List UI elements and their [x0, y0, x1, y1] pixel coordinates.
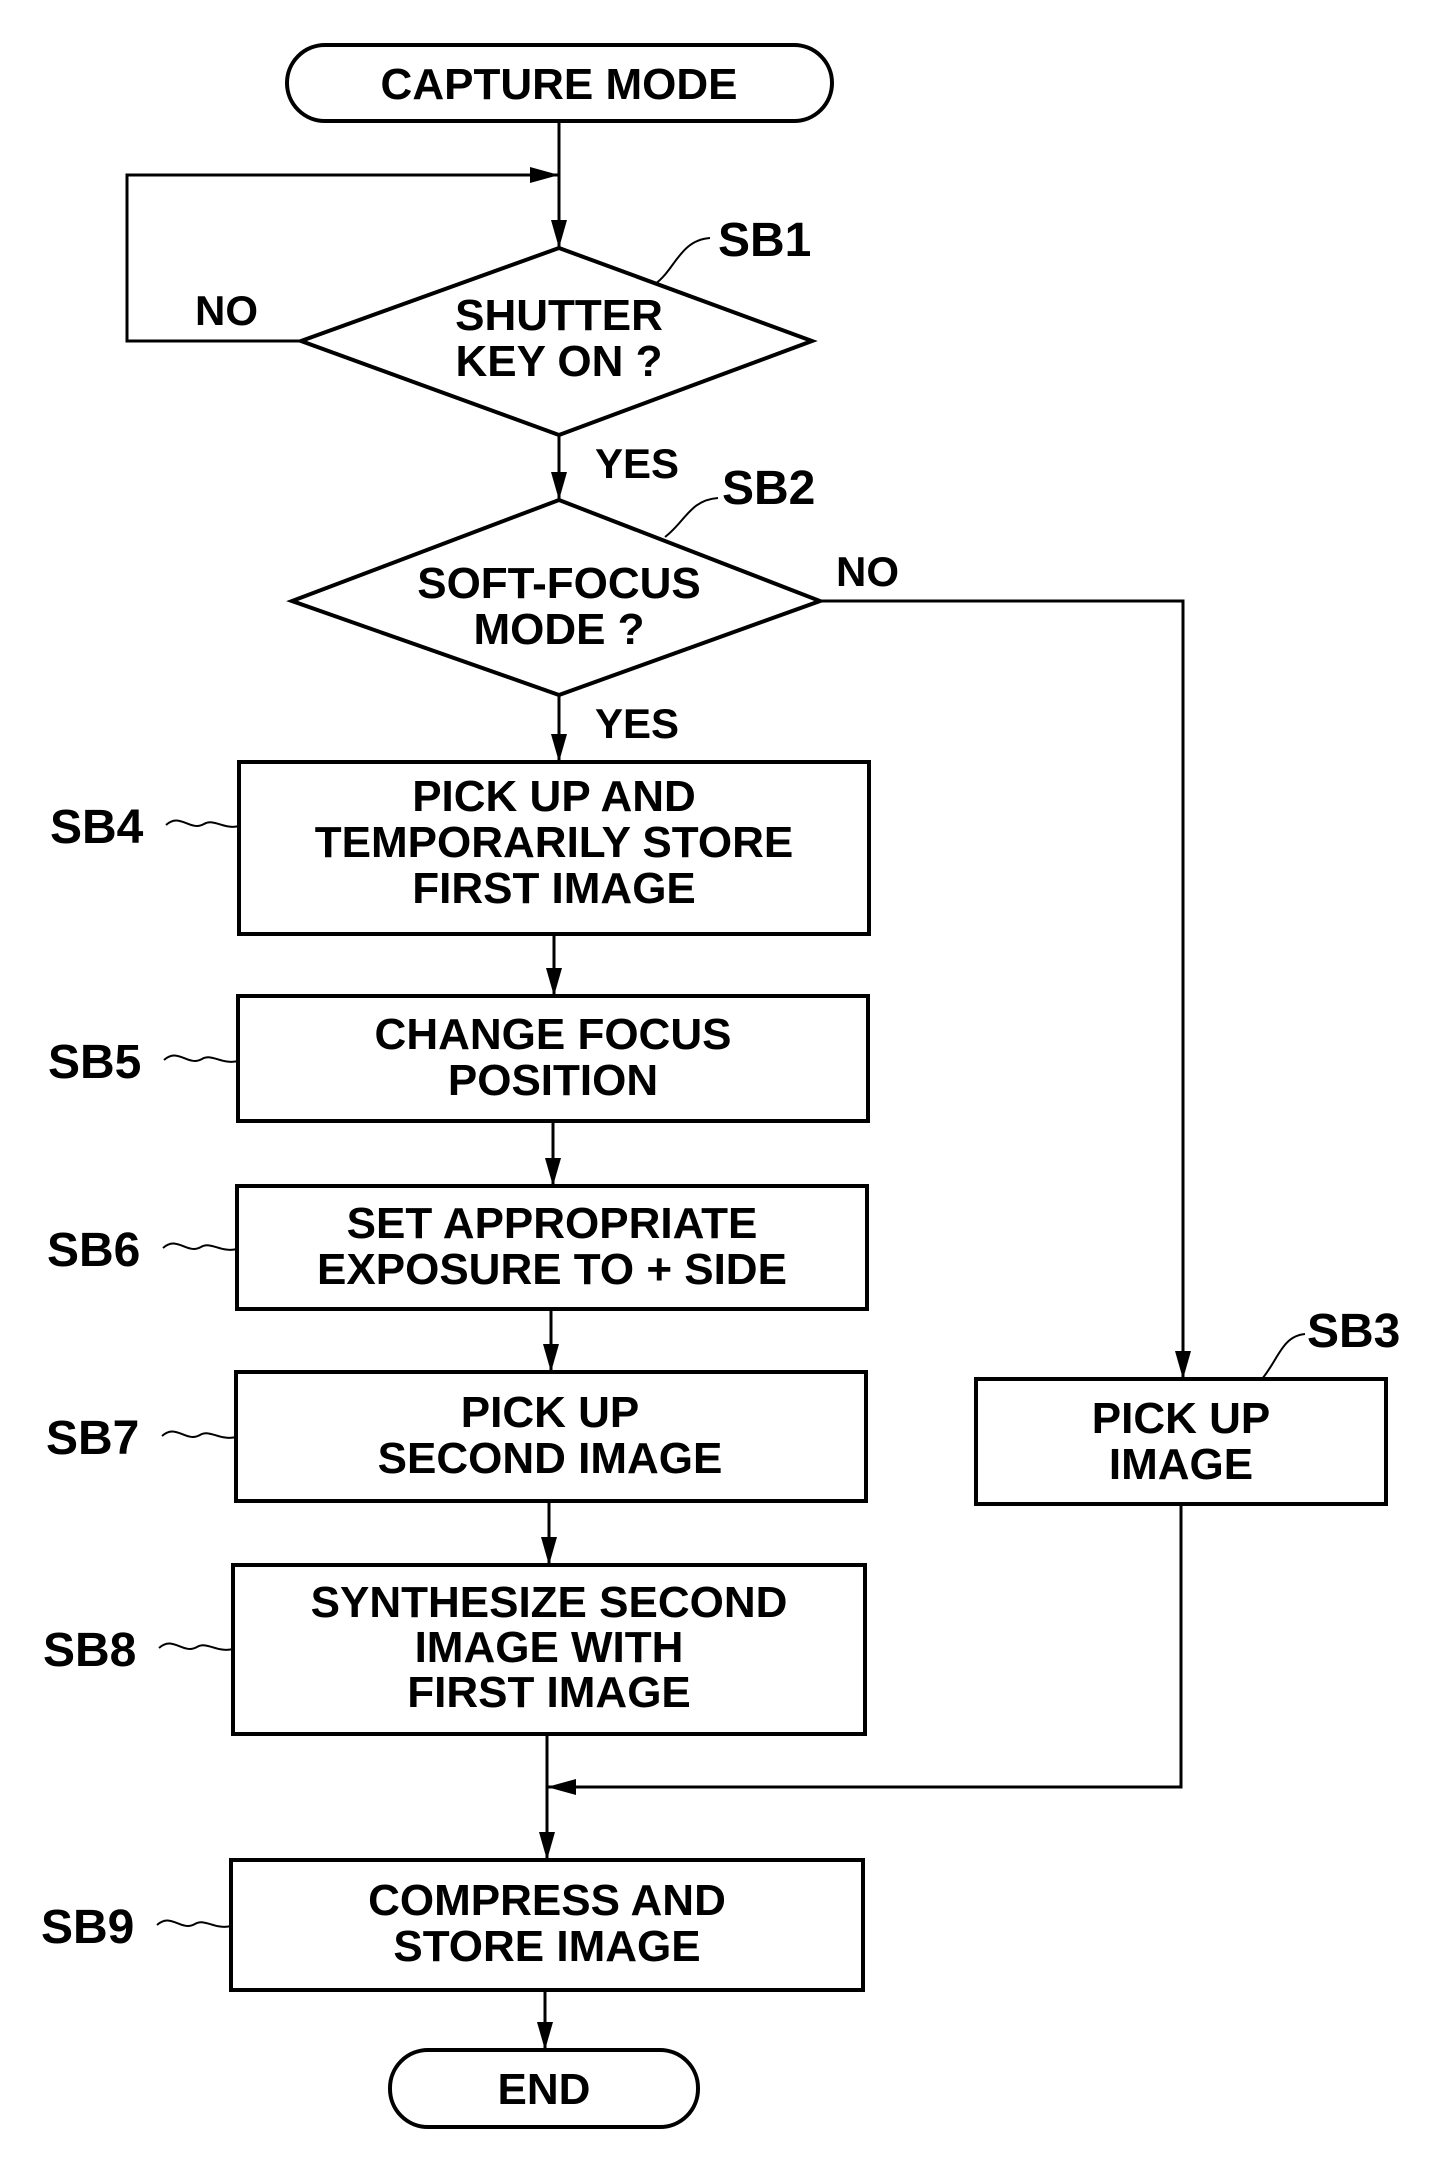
step-id-sb1: SB1 [718, 214, 811, 267]
process-sb9-line-1: COMPRESS AND [368, 1876, 726, 1925]
sb1-no-label: NO [195, 287, 258, 334]
process-sb4-line-3: FIRST IMAGE [412, 864, 696, 913]
sb3-leader-line [1261, 1333, 1306, 1380]
start-terminal: CAPTURE MODE [285, 43, 834, 123]
sb8-leader-line [158, 1642, 234, 1651]
arrow-head [547, 1779, 576, 1795]
process-sb4: PICK UP AND TEMPORARILY STORE FIRST IMAG… [237, 760, 871, 936]
sb6-leader-line [162, 1242, 238, 1251]
arrow-head [530, 167, 559, 183]
sb9-leader-line [156, 1919, 232, 1928]
process-sb8-line-3: FIRST IMAGE [407, 1668, 691, 1717]
process-sb8-line-2: IMAGE WITH [415, 1623, 684, 1672]
process-sb3: PICK UP IMAGE [974, 1377, 1388, 1506]
decision-sb1-line-1: SHUTTER [455, 291, 663, 340]
connector-sb2-no-sb3 [820, 599, 1185, 1379]
step-id-sb6: SB6 [47, 1224, 140, 1277]
decision-sb1: SHUTTER KEY ON ? [295, 245, 818, 438]
decision-sb2-line-2: MODE ? [473, 605, 644, 654]
sb7-leader-line [161, 1430, 237, 1439]
sb5-leader-line [163, 1054, 239, 1063]
step-id-sb5: SB5 [48, 1036, 141, 1089]
sb1-leader-line [654, 237, 711, 285]
process-sb3-line-2: IMAGE [1109, 1440, 1253, 1489]
end-terminal: END [388, 2048, 700, 2129]
process-sb8: SYNTHESIZE SECOND IMAGE WITH FIRST IMAGE [231, 1563, 867, 1736]
sb2-leader-line [664, 497, 719, 538]
process-sb8-line-1: SYNTHESIZE SECOND [311, 1578, 788, 1627]
arrow-head [551, 734, 567, 762]
sb2-yes-label: YES [595, 700, 679, 747]
arrow-head [551, 220, 567, 248]
arrow-head [1175, 1351, 1191, 1379]
process-sb6: SET APPROPRIATE EXPOSURE TO + SIDE [235, 1184, 869, 1311]
arrow-head [545, 1158, 561, 1186]
arrow-head [546, 968, 562, 996]
process-sb6-line-1: SET APPROPRIATE [347, 1199, 758, 1248]
start-terminal-label: CAPTURE MODE [381, 60, 738, 109]
decision-sb2-line-1: SOFT-FOCUS [417, 559, 701, 608]
flowchart: CAPTURE MODE NO SHUTTER KEY ON ? SB1 YES… [41, 43, 1400, 2129]
arrow-head [543, 1344, 559, 1372]
process-sb4-line-2: TEMPORARILY STORE [315, 818, 793, 867]
process-sb9-line-2: STORE IMAGE [393, 1922, 700, 1971]
sb4-leader-line [165, 819, 240, 828]
step-id-sb9: SB9 [41, 1901, 134, 1954]
sb1-yes-label: YES [595, 440, 679, 487]
process-sb7-line-1: PICK UP [461, 1388, 639, 1437]
step-id-sb2: SB2 [722, 462, 815, 515]
process-sb7-line-2: SECOND IMAGE [378, 1434, 723, 1483]
process-sb3-line-1: PICK UP [1092, 1394, 1270, 1443]
decision-sb2: SOFT-FOCUS MODE ? [286, 497, 826, 698]
process-sb6-line-2: EXPOSURE TO + SIDE [317, 1245, 787, 1294]
arrow-head [537, 2022, 553, 2050]
end-terminal-label: END [498, 2065, 591, 2114]
process-sb5-line-1: CHANGE FOCUS [375, 1010, 732, 1059]
sb2-no-label: NO [836, 548, 899, 595]
decision-sb1-line-2: KEY ON ? [455, 337, 662, 386]
process-sb5-line-2: POSITION [448, 1056, 658, 1105]
process-sb5: CHANGE FOCUS POSITION [236, 994, 870, 1123]
arrow-head [541, 1537, 557, 1565]
step-id-sb7: SB7 [46, 1412, 139, 1465]
step-id-sb3: SB3 [1307, 1305, 1400, 1358]
arrow-head [539, 1832, 555, 1860]
process-sb9: COMPRESS AND STORE IMAGE [229, 1858, 865, 1992]
step-id-sb4: SB4 [50, 801, 144, 854]
step-id-sb8: SB8 [43, 1624, 136, 1677]
process-sb4-line-1: PICK UP AND [412, 772, 696, 821]
arrow-head [551, 472, 567, 500]
process-sb7: PICK UP SECOND IMAGE [234, 1370, 868, 1503]
